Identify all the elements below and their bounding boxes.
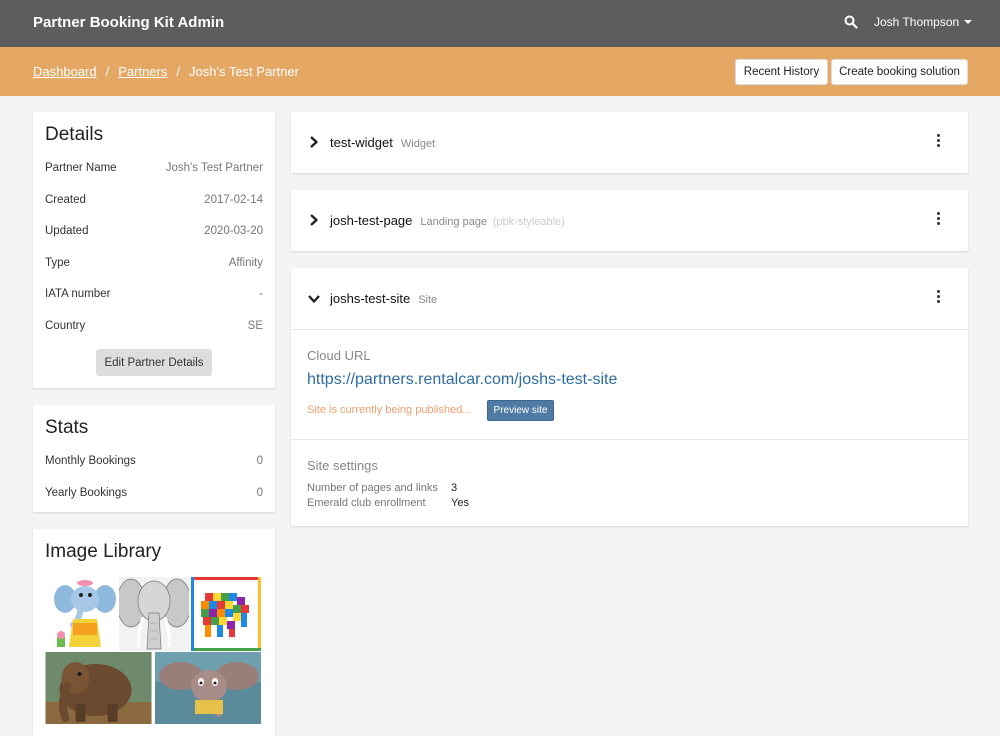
detail-label: Partner Name [45,162,117,174]
more-options-icon[interactable] [930,288,946,308]
stat-label: Monthly Bookings [45,455,136,467]
setting-value: 3 [451,482,458,494]
breadcrumb-partners-link[interactable]: Partners [118,64,167,79]
detail-row: Country SE [45,320,263,332]
search-icon[interactable] [844,15,858,29]
widget-type: Widget [400,138,436,150]
user-name: Josh Thompson [874,15,960,29]
breadcrumb-bar: Dashboard / Partners / Josh's Test Partn… [0,47,1000,96]
create-booking-solution-button[interactable]: Create booking solution [831,59,968,85]
chevron-right-icon [310,136,318,148]
detail-row: Updated 2020-03-20 [45,225,263,237]
image-library-card: Image Library [33,529,275,736]
breadcrumb-current: Josh's Test Partner [189,64,299,79]
widget-name: test-widget [330,135,393,150]
image-thumbnail[interactable] [190,577,262,651]
stat-label: Yearly Bookings [45,487,128,499]
detail-value: Josh's Test Partner [165,162,263,174]
widget-card: joshs-test-site Site Cloud URL https://pa… [291,268,968,526]
cloud-url-label: Cloud URL [307,348,371,363]
image-thumbnail[interactable] [51,577,121,651]
chevron-down-icon [964,20,973,24]
detail-value: SE [247,320,263,332]
widget-header[interactable]: joshs-test-site Site [291,268,968,329]
preview-site-button[interactable]: Preview site [487,400,554,421]
widget-header[interactable]: test-widget Widget [291,112,968,173]
image-library-title: Image Library [45,541,162,562]
detail-value: 2017-02-14 [204,194,263,206]
recent-history-button[interactable]: Recent History [735,59,828,85]
widget-extra: (pbk-styleable) [492,216,565,228]
detail-row: IATA number - [45,288,263,300]
setting-label: Emerald club enrollment [307,497,426,509]
edit-partner-details-button[interactable]: Edit Partner Details [96,349,212,376]
stat-row: Yearly Bookings 0 [45,487,263,499]
breadcrumb-separator: / [176,64,180,79]
widget-card: josh-test-page Landing page (pbk-styleabl… [291,190,968,251]
widget-title: test-widget Widget [330,135,435,150]
stat-value: 0 [256,487,263,499]
breadcrumb-separator: / [105,64,110,79]
image-thumbnail[interactable] [154,652,262,724]
divider [291,439,968,440]
setting-value: Yes [451,497,469,509]
detail-value: - [259,288,263,300]
divider [291,329,968,330]
details-title: Details [45,124,104,145]
setting-row: Emerald club enrollment Yes [307,497,469,509]
widget-type: Site [418,294,438,306]
stats-title: Stats [45,417,89,438]
more-options-icon[interactable] [930,210,946,230]
widget-title: joshs-test-site Site [330,291,437,306]
stat-value: 0 [256,455,263,467]
top-navbar: Partner Booking Kit Admin Josh Thompson [0,0,1000,47]
image-thumbnail[interactable] [45,652,152,724]
stat-row: Monthly Bookings 0 [45,455,263,467]
setting-label: Number of pages and links [307,482,438,494]
detail-value: 2020-03-20 [204,225,263,237]
publish-status: Site is currently being published... [307,404,472,416]
chevron-down-icon [308,295,320,303]
more-options-icon[interactable] [930,132,946,152]
detail-row: Partner Name Josh's Test Partner [45,162,263,174]
widget-title: josh-test-page Landing page (pbk-styleabl… [330,213,565,228]
widget-header[interactable]: josh-test-page Landing page (pbk-styleabl… [291,190,968,251]
detail-label: Type [45,257,70,269]
widget-type: Landing page [420,216,488,228]
detail-value: Affinity [228,257,263,269]
detail-label: Country [45,320,86,332]
detail-label: Updated [45,225,89,237]
detail-label: Created [45,194,86,206]
widget-card: test-widget Widget [291,112,968,173]
widget-name: josh-test-page [330,213,413,228]
details-card: Details Partner Name Josh's Test Partner… [33,112,275,388]
image-thumbnail[interactable] [119,577,189,651]
user-menu[interactable]: Josh Thompson [874,15,973,29]
stats-card: Stats Monthly Bookings 0 Yearly Bookings… [33,405,275,512]
breadcrumb: Dashboard / Partners / Josh's Test Partn… [33,64,299,79]
detail-label: IATA number [45,288,111,300]
detail-row: Type Affinity [45,257,263,269]
widget-name: joshs-test-site [330,291,411,306]
app-title[interactable]: Partner Booking Kit Admin [33,14,224,31]
breadcrumb-dashboard-link[interactable]: Dashboard [33,64,97,79]
detail-row: Created 2017-02-14 [45,194,263,206]
cloud-url-link[interactable]: https://partners.rentalcar.com/joshs-tes… [307,371,617,389]
chevron-right-icon [310,214,318,226]
site-settings-label: Site settings [307,458,378,473]
setting-row: Number of pages and links 3 [307,482,457,494]
